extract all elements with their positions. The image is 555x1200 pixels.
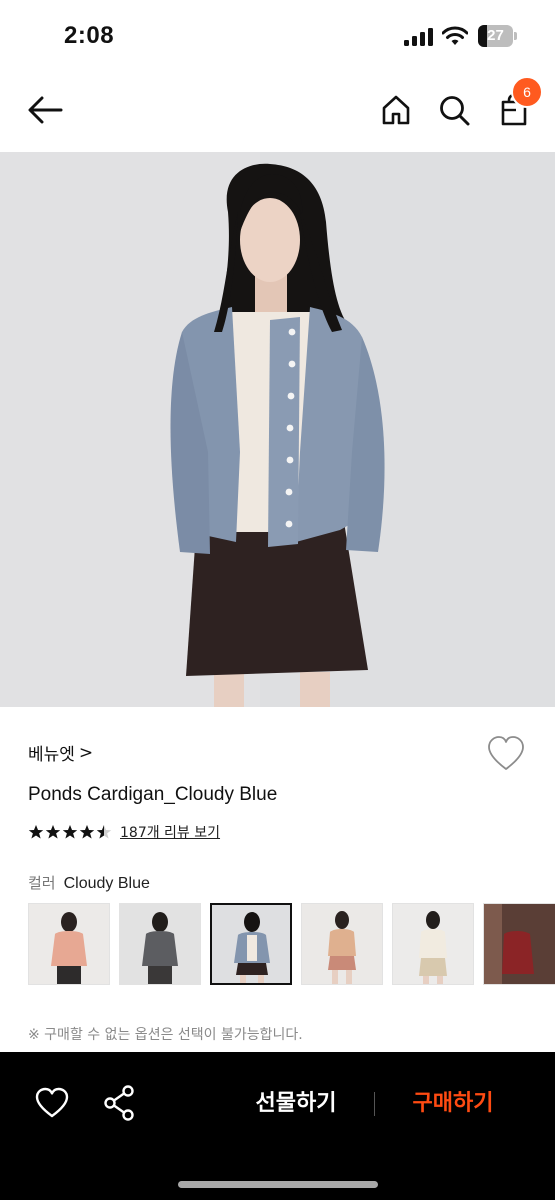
arrow-left-icon [28, 96, 63, 124]
home-icon [382, 95, 410, 125]
share-icon [104, 1085, 134, 1121]
battery-indicator: 27 [478, 25, 518, 47]
product-title: Ponds Cardigan_Cloudy Blue [28, 784, 278, 805]
search-icon [440, 96, 470, 126]
star-icon [28, 825, 44, 839]
top-nav: 6 [0, 70, 555, 152]
rating-row: 187개 리뷰 보기 [28, 822, 220, 842]
color-label: 컬러 [28, 874, 56, 892]
wishlist-button[interactable] [486, 734, 526, 774]
model-photo [0, 152, 555, 707]
swatch-burgundy[interactable] [483, 903, 555, 985]
bottom-action-bar: 선물하기 구매하기 [0, 1052, 555, 1200]
swatch-apricot[interactable] [301, 903, 383, 985]
brand-name: 베뉴엣 [28, 745, 75, 765]
gift-button[interactable]: 선물하기 [236, 1084, 356, 1124]
color-value: Cloudy Blue [63, 875, 150, 892]
status-bar: 2:08 27 [0, 0, 555, 70]
star-icon [62, 825, 78, 839]
home-indicator [178, 1181, 378, 1188]
brand-link[interactable]: 베뉴엣 > [28, 740, 94, 766]
swatch-ivory[interactable] [392, 903, 474, 985]
swatch-cloudy-blue[interactable] [210, 903, 292, 985]
product-main-image[interactable] [0, 152, 555, 707]
signal-icon [404, 28, 433, 46]
color-swatch-list [28, 903, 555, 985]
search-button[interactable] [434, 90, 474, 130]
color-option-row: 컬러 Cloudy Blue [28, 872, 150, 893]
back-button[interactable] [22, 90, 68, 130]
brand-chevron-icon: > [78, 742, 94, 763]
cart-count-badge: 6 [511, 76, 543, 108]
swatch-charcoal[interactable] [119, 903, 201, 985]
star-icon [79, 825, 95, 839]
star-icon [45, 825, 61, 839]
bottom-wish-button[interactable] [34, 1085, 70, 1121]
review-link[interactable]: 187개 리뷰 보기 [120, 822, 220, 842]
rating-stars [28, 824, 112, 840]
home-button[interactable] [376, 90, 416, 130]
bottom-divider [374, 1092, 375, 1116]
heart-outline-icon [488, 736, 524, 770]
buy-button[interactable]: 구매하기 [396, 1084, 510, 1124]
share-button[interactable] [102, 1084, 138, 1122]
battery-level: 27 [487, 27, 504, 44]
star-icon [96, 825, 112, 839]
status-time: 2:08 [64, 22, 115, 49]
option-notice: ※ 구매할 수 없는 옵션은 선택이 불가능합니다. [28, 1027, 303, 1043]
wifi-icon [442, 26, 468, 45]
swatch-pink[interactable] [28, 903, 110, 985]
heart-icon [35, 1087, 69, 1118]
